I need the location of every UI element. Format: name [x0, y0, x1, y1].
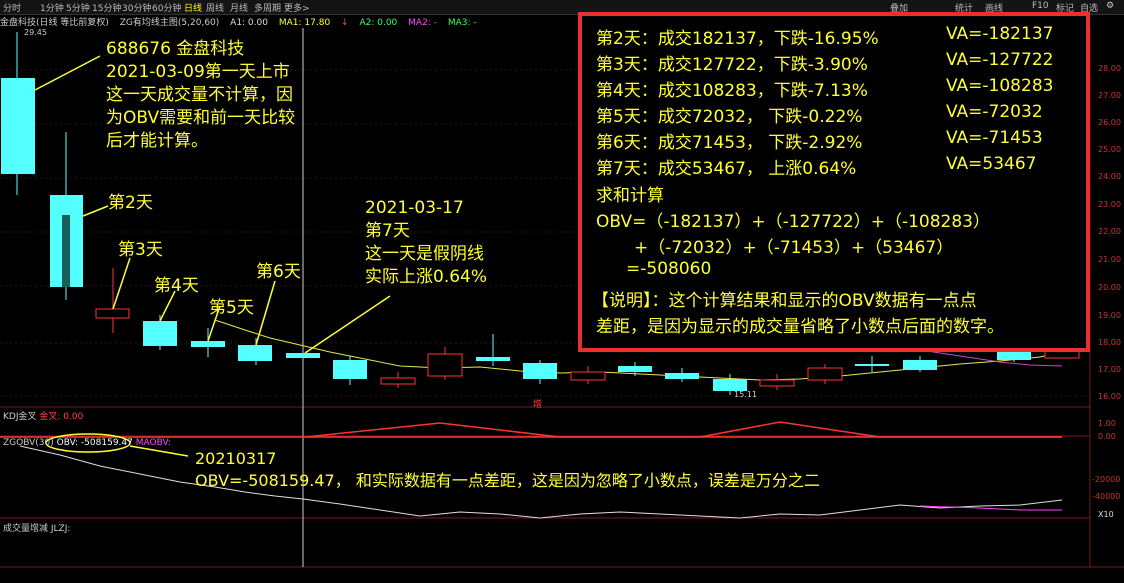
kdj-value: 金叉: 0.00	[39, 412, 84, 422]
candle-day3	[95, 308, 130, 319]
formula-line-1: OBV=（-182137）+（-127722）+（-108283）	[596, 212, 990, 232]
kdj-label[interactable]: KDJ金叉	[3, 412, 37, 422]
day6-label: 第6天	[256, 262, 301, 282]
sum-title: 求和计算	[596, 186, 664, 206]
ma2-line	[919, 349, 1063, 367]
obv-value: OBV: -508159.47	[56, 438, 133, 448]
note-line-2: 差距，是因为显示的成交量省略了小数点后面的数字。	[596, 317, 1004, 337]
calc-row: 第7天：成交53467， 上涨0.64% VA=53467	[596, 154, 1037, 179]
candle-day7	[286, 353, 320, 358]
day2-label: 第2天	[108, 193, 153, 213]
formula-line-2: +（-72032）+（-71453）+（53467）	[634, 238, 954, 258]
note-line-1: 【说明】：这个计算结果和显示的OBV数据有一点点	[592, 291, 977, 311]
calc-row: 第4天：成交108283，下跌-7.13% VA=-108283	[596, 76, 1054, 101]
high-price-label: 29.45	[24, 28, 47, 37]
vol-header[interactable]: 成交量增减 JLZJ:	[3, 521, 70, 534]
obv-header: ZGOBV(30) OBV: -508159.47 MAOBV:	[3, 438, 171, 448]
candle-day6	[238, 345, 272, 361]
day5-label: 第5天	[209, 298, 254, 318]
formula-result: =-508060	[626, 259, 712, 279]
kdj-header: KDJ金叉 金叉: 0.00	[3, 409, 83, 422]
calc-row: 第5天：成交72032， 下跌-0.22% VA=-72032	[596, 102, 1043, 127]
intro-annotation: 688676 金盘科技 2021-03-09第一天上市 这一天成交量不计算，因 …	[106, 39, 296, 151]
calculation-box: 第2天：成交182137，下跌-16.95% VA=-182137 第3天：成交1…	[578, 12, 1090, 352]
low-price-label: 15.11	[734, 390, 757, 399]
obv-label[interactable]: ZGOBV(30)	[3, 438, 54, 448]
day4-label: 第4天	[154, 276, 199, 296]
candle-day1	[1, 78, 35, 174]
kdj-lines	[0, 421, 1062, 438]
calc-row: 第3天：成交127722，下跌-3.90% VA=-127722	[596, 50, 1054, 75]
calc-row: 第6天：成交71453， 下跌-2.92% VA=-71453	[596, 128, 1043, 153]
day7-annotation: 2021-03-17 第7天 这一天是假阴线 实际上涨0.64%	[365, 198, 488, 287]
candle-day4	[143, 321, 177, 346]
day3-label: 第3天	[118, 240, 163, 260]
calc-row: 第2天：成交182137，下跌-16.95% VA=-182137	[596, 24, 1054, 49]
maobv-value: MAOBV:	[135, 438, 171, 448]
increase-marker: 增	[533, 400, 543, 410]
candle-day5	[191, 341, 225, 347]
obv-note: 20210317 OBV=-508159.47， 和实际数据有一点差距，这是因为…	[195, 449, 820, 490]
